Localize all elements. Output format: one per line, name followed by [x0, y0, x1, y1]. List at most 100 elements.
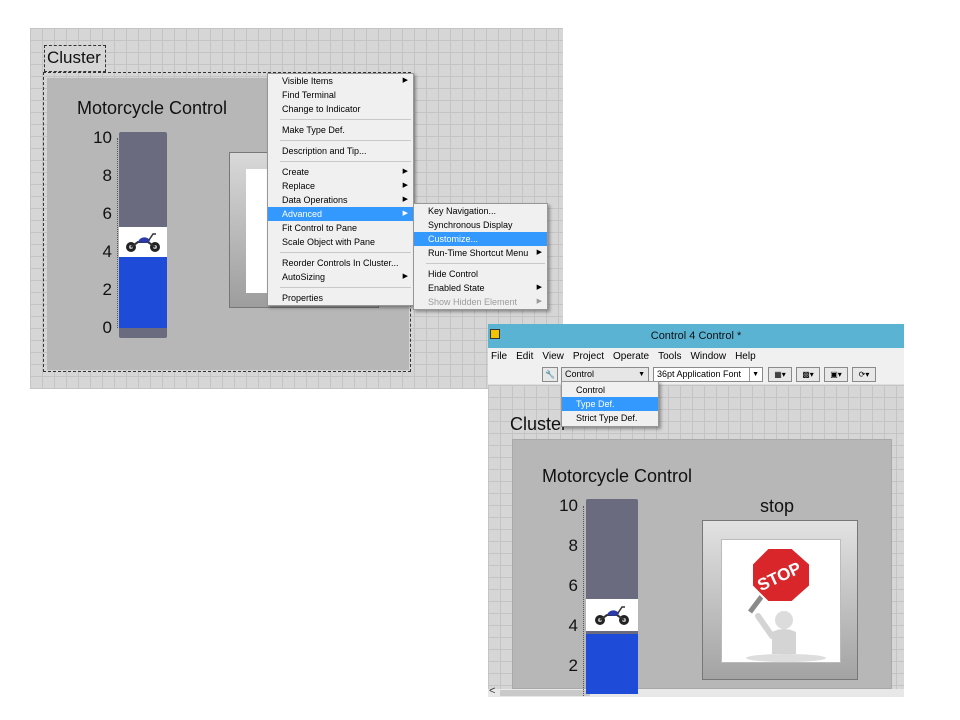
menu-separator: [280, 161, 411, 162]
slider-scale: 10 8 6 4 2: [554, 496, 584, 696]
stop-sign-person-icon: STOP: [746, 547, 826, 662]
submenu-arrow-icon: ▶: [536, 284, 542, 291]
menu-help[interactable]: Help: [735, 351, 756, 362]
cluster-label-box[interactable]: Cluster: [44, 45, 106, 72]
menu-item-label: Scale Object with Pane: [282, 237, 376, 247]
submenu-arrow-icon: ▶: [536, 298, 542, 305]
scrollbar-thumb[interactable]: [500, 690, 590, 696]
title-bar: Control 4 Control *: [488, 324, 904, 348]
menu-item-autosizing[interactable]: AutoSizing ▶: [268, 270, 413, 284]
menu-item-run-time-shortcut-menu[interactable]: Run-Time Shortcut Menu ▶: [414, 246, 547, 260]
submenu-arrow-icon: ▶: [536, 249, 542, 256]
menu-item-label: Advanced: [282, 209, 323, 219]
menu-item-data-operations[interactable]: Data Operations ▶: [268, 193, 413, 207]
menu-item-replace[interactable]: Replace ▶: [268, 179, 413, 193]
menu-view[interactable]: View: [542, 351, 564, 362]
motorcycle-slider[interactable]: [119, 132, 167, 338]
reorder-icon[interactable]: ⟳▾: [852, 367, 876, 382]
menu-item-find-terminal[interactable]: Find Terminal: [268, 88, 413, 102]
wrench-icon[interactable]: 🔧: [542, 367, 558, 382]
menu-item-scale-object-with-pane[interactable]: Scale Object with Pane: [268, 235, 413, 249]
stop-label: stop: [760, 496, 795, 516]
slider-title: Motorcycle Control: [542, 466, 693, 486]
motorcycle-icon: [126, 233, 160, 252]
resize-objects-icon[interactable]: ▣▾: [824, 367, 848, 382]
menu-item-label: Show Hidden Element: [428, 297, 518, 307]
dropdown-arrow-icon: ▼: [638, 371, 645, 378]
scale-tick-label: 10: [559, 496, 578, 515]
slider-fill: [586, 634, 638, 694]
motorcycle-icon: [595, 606, 629, 625]
cluster-label: Cluster: [47, 48, 101, 67]
scroll-left-arrow[interactable]: <: [489, 685, 495, 697]
dropdown-option-strict-type-def[interactable]: Strict Type Def.: [562, 411, 658, 425]
horizontal-scrollbar[interactable]: <: [488, 685, 904, 697]
scale-tick-label: 10: [93, 128, 112, 147]
distribute-objects-icon[interactable]: ▩▾: [796, 367, 820, 382]
menu-file[interactable]: File: [491, 351, 507, 362]
menu-separator: [280, 287, 411, 288]
menu-item-fit-control-to-pane[interactable]: Fit Control to Pane: [268, 221, 413, 235]
control-type-select[interactable]: Control ▼: [561, 367, 649, 382]
menu-item-advanced[interactable]: Advanced ▶: [268, 207, 413, 221]
scale-tick-label: 8: [568, 536, 578, 555]
font-select[interactable]: 36pt Application Font ▼: [653, 367, 763, 382]
menu-item-key-navigation[interactable]: Key Navigation...: [414, 204, 547, 218]
menu-item-label: Make Type Def.: [282, 125, 345, 135]
menu-project[interactable]: Project: [573, 351, 604, 362]
menu-item-enabled-state[interactable]: Enabled State ▶: [414, 281, 547, 295]
menu-item-customize[interactable]: Customize...: [414, 232, 547, 246]
control-editor-window: Control 4 Control * File Edit View Proje…: [488, 324, 904, 697]
scale-tick-label: 6: [102, 204, 112, 223]
cluster-label[interactable]: Cluster: [510, 414, 567, 435]
menu-item-label: Fit Control to Pane: [282, 223, 358, 233]
align-objects-icon[interactable]: ▦▾: [768, 367, 792, 382]
motorcycle-slider-thumb[interactable]: [586, 599, 638, 631]
font-select-value: 36pt Application Font: [657, 369, 742, 379]
menu-item-create[interactable]: Create ▶: [268, 165, 413, 179]
menu-item-label: Synchronous Display: [428, 220, 513, 230]
motorcycle-slider[interactable]: [586, 499, 638, 694]
menu-item-properties[interactable]: Properties: [268, 291, 413, 305]
menu-item-label: Run-Time Shortcut Menu: [428, 248, 529, 258]
menu-item-change-to-indicator[interactable]: Change to Indicator: [268, 102, 413, 116]
menu-separator: [426, 263, 545, 264]
menu-window[interactable]: Window: [690, 351, 726, 362]
submenu-arrow-icon: ▶: [402, 273, 408, 280]
dropdown-option-control[interactable]: Control: [562, 383, 658, 397]
menu-item-hide-control[interactable]: Hide Control: [414, 267, 547, 281]
menu-item-label: Data Operations: [282, 195, 348, 205]
control-type-value: Control: [565, 369, 595, 379]
scale-tick-label: 2: [568, 656, 578, 675]
menu-item-label: Reorder Controls In Cluster...: [282, 258, 399, 268]
stop-button[interactable]: STOP: [702, 520, 858, 680]
submenu-arrow-icon: ▶: [402, 210, 408, 217]
menu-item-reorder-controls-in-cluster[interactable]: Reorder Controls In Cluster...: [268, 256, 413, 270]
menu-item-label: Customize...: [428, 234, 479, 244]
menu-item-visible-items[interactable]: Visible Items ▶: [268, 74, 413, 88]
dropdown-option-type-def[interactable]: Type Def.: [562, 397, 658, 411]
motorcycle-slider-thumb[interactable]: [119, 227, 167, 257]
menu-item-label: Replace: [282, 181, 316, 191]
scale-tick-label: 8: [102, 166, 112, 185]
submenu-arrow-icon: ▶: [402, 196, 408, 203]
menu-item-make-type-def[interactable]: Make Type Def.: [268, 123, 413, 137]
menu-edit[interactable]: Edit: [516, 351, 533, 362]
slider-title: Motorcycle Control: [77, 98, 228, 118]
scale-tick-label: 4: [568, 616, 578, 635]
slider-fill: [119, 246, 167, 328]
menu-item-label: Find Terminal: [282, 90, 336, 100]
menu-tools[interactable]: Tools: [658, 351, 681, 362]
dropdown-arrow-icon: ▼: [749, 368, 759, 381]
menu-bar: File Edit View Project Operate Tools Win…: [488, 348, 904, 365]
menu-item-label: Properties: [282, 293, 324, 303]
menu-item-label: Key Navigation...: [428, 206, 497, 216]
menu-item-show-hidden-element: Show Hidden Element ▶: [414, 295, 547, 309]
menu-operate[interactable]: Operate: [613, 351, 649, 362]
submenu-arrow-icon: ▶: [402, 182, 408, 189]
control-type-dropdown: Control Type Def. Strict Type Def.: [561, 381, 659, 427]
menu-item-label: Description and Tip...: [282, 146, 367, 156]
slider-scale: 10 8 6 4 2 0: [88, 128, 118, 337]
menu-item-description-and-tip[interactable]: Description and Tip...: [268, 144, 413, 158]
menu-item-synchronous-display[interactable]: Synchronous Display: [414, 218, 547, 232]
